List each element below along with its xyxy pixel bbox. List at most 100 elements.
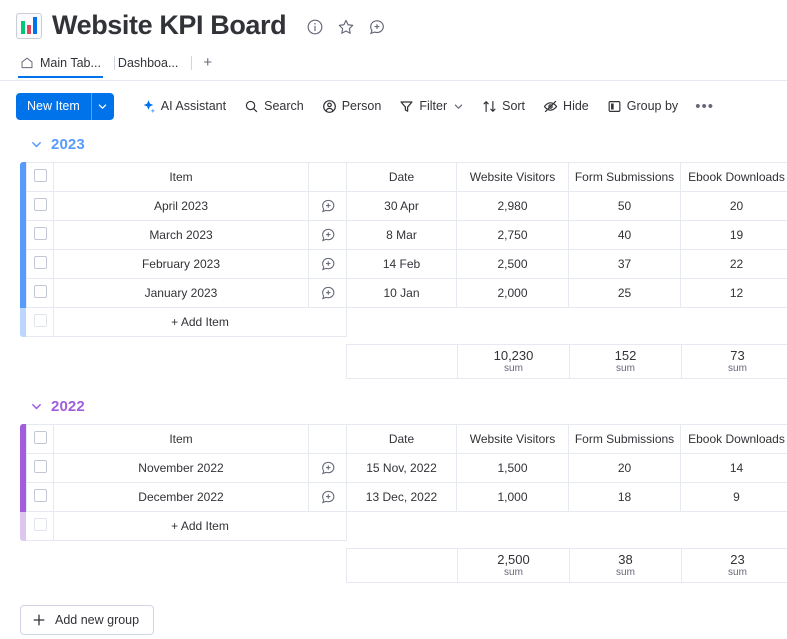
add-item-button[interactable]: + Add Item [53,511,347,541]
cell-item[interactable]: December 2022 [53,482,309,512]
add-comment-icon[interactable] [320,198,336,214]
toolbar-more-button[interactable]: ••• [687,98,722,115]
new-item-button[interactable]: New Item [16,92,114,120]
cell-forms[interactable]: 37 [568,249,681,279]
cell-chat[interactable] [308,482,347,512]
cell-visitors[interactable]: 1,000 [456,482,569,512]
cell-forms[interactable]: 50 [568,191,681,221]
toolbar-ai-assistant[interactable]: AI Assistant [132,93,235,120]
group-header[interactable]: 2023 [0,134,787,154]
cell-item[interactable]: November 2022 [53,453,309,483]
table-row[interactable]: April 2023 30 Apr 2,980 50 20 [26,191,787,221]
row-select-cell[interactable] [26,278,54,308]
cell-forms[interactable]: 20 [568,453,681,483]
select-all-cell[interactable] [26,424,54,454]
column-header-item[interactable]: Item [53,162,309,192]
row-select-cell[interactable] [26,453,54,483]
cell-item[interactable]: April 2023 [53,191,309,221]
chevron-down-icon[interactable] [30,400,43,413]
row-checkbox[interactable] [33,227,47,240]
cell-date[interactable]: 10 Jan [346,278,457,308]
row-select-cell[interactable] [26,249,54,279]
add-comment-icon[interactable] [320,285,336,301]
group-header[interactable]: 2022 [0,396,787,416]
cell-chat[interactable] [308,249,347,279]
table-row[interactable]: December 2022 13 Dec, 2022 1,000 18 9 [26,482,787,512]
cell-ebooks[interactable]: 12 [680,278,787,308]
column-header-visitors[interactable]: Website Visitors [456,162,569,192]
cell-chat[interactable] [308,278,347,308]
cell-ebooks[interactable]: 22 [680,249,787,279]
cell-ebooks[interactable]: 9 [680,482,787,512]
add-tab-button[interactable]: + [193,54,222,79]
cell-date[interactable]: 30 Apr [346,191,457,221]
cell-item[interactable]: January 2023 [53,278,309,308]
row-checkbox[interactable] [33,256,47,269]
cell-chat[interactable] [308,453,347,483]
cell-ebooks[interactable]: 19 [680,220,787,250]
column-header-forms[interactable]: Form Submissions [568,424,681,454]
add-item-button[interactable]: + Add Item [53,307,347,337]
summary-ebooks[interactable]: 23 sum [681,548,787,583]
add-new-group-button[interactable]: Add new group [20,605,155,635]
column-header-date[interactable]: Date [346,424,457,454]
tab-dashboard[interactable]: Dashboa... [116,56,190,77]
row-checkbox[interactable] [33,285,47,298]
row-checkbox[interactable] [33,460,47,473]
summary-ebooks[interactable]: 73 sum [681,344,787,379]
cell-item[interactable]: February 2023 [53,249,309,279]
table-row[interactable]: January 2023 10 Jan 2,000 25 12 [26,278,787,308]
add-comment-icon[interactable] [320,227,336,243]
tab-main-table[interactable]: Main Tab... [18,56,113,78]
chevron-down-icon[interactable] [30,138,43,151]
cell-visitors[interactable]: 2,750 [456,220,569,250]
table-row[interactable]: March 2023 8 Mar 2,750 40 19 [26,220,787,250]
row-select-cell[interactable] [26,220,54,250]
toolbar-search[interactable]: Search [235,93,313,120]
cell-visitors[interactable]: 2,000 [456,278,569,308]
star-icon[interactable] [337,18,355,36]
cell-date[interactable]: 8 Mar [346,220,457,250]
row-checkbox[interactable] [33,198,47,211]
cell-chat[interactable] [308,220,347,250]
column-header-ebooks[interactable]: Ebook Downloads [680,424,787,454]
add-item-row[interactable]: + Add Item [26,511,787,541]
select-all-checkbox[interactable] [33,431,47,444]
cell-date[interactable]: 14 Feb [346,249,457,279]
toolbar-group-by[interactable]: Group by [598,93,687,120]
row-checkbox[interactable] [33,489,47,502]
select-all-cell[interactable] [26,162,54,192]
summary-visitors[interactable]: 10,230 sum [457,344,570,379]
add-comment-icon[interactable] [320,256,336,272]
summary-forms[interactable]: 38 sum [569,548,682,583]
add-comment-icon[interactable] [320,460,336,476]
select-all-checkbox[interactable] [33,169,47,182]
row-select-cell[interactable] [26,482,54,512]
add-comment-icon[interactable] [320,489,336,505]
column-header-ebooks[interactable]: Ebook Downloads [680,162,787,192]
table-row[interactable]: February 2023 14 Feb 2,500 37 22 [26,249,787,279]
add-item-row[interactable]: + Add Item [26,307,787,337]
cell-date[interactable]: 13 Dec, 2022 [346,482,457,512]
cell-visitors[interactable]: 1,500 [456,453,569,483]
cell-forms[interactable]: 40 [568,220,681,250]
toolbar-filter[interactable]: Filter [390,93,473,120]
cell-forms[interactable]: 25 [568,278,681,308]
cell-item[interactable]: March 2023 [53,220,309,250]
toolbar-person[interactable]: Person [313,93,391,120]
chevron-down-icon[interactable] [453,101,464,112]
cell-visitors[interactable]: 2,980 [456,191,569,221]
cell-ebooks[interactable]: 14 [680,453,787,483]
column-header-visitors[interactable]: Website Visitors [456,424,569,454]
cell-visitors[interactable]: 2,500 [456,249,569,279]
summary-forms[interactable]: 152 sum [569,344,682,379]
info-icon[interactable] [306,18,324,36]
column-header-forms[interactable]: Form Submissions [568,162,681,192]
cell-date[interactable]: 15 Nov, 2022 [346,453,457,483]
toolbar-hide[interactable]: Hide [534,93,598,120]
table-row[interactable]: November 2022 15 Nov, 2022 1,500 20 14 [26,453,787,483]
add-comment-icon[interactable] [368,18,386,36]
row-select-cell[interactable] [26,191,54,221]
column-header-date[interactable]: Date [346,162,457,192]
cell-ebooks[interactable]: 20 [680,191,787,221]
